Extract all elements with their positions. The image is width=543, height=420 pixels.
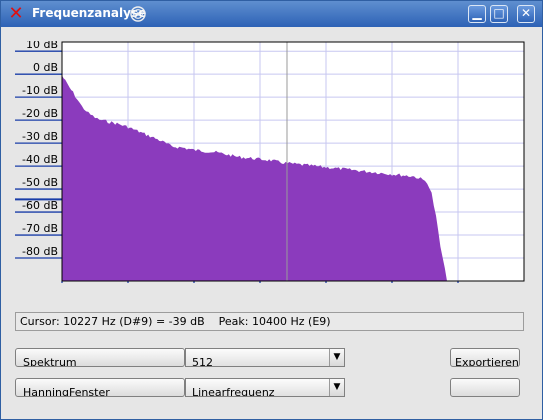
minimize-button[interactable]: ▁ xyxy=(468,5,486,23)
y-tick-label: -50 dB xyxy=(22,176,58,189)
cursor-readout: Cursor: 10227 Hz (D#9) = -39 dB xyxy=(20,315,205,328)
export-button[interactable]: Exportieren... xyxy=(450,348,520,367)
hanning-window-button[interactable]: HanningFenster xyxy=(15,378,185,397)
maximize-button[interactable]: □ xyxy=(490,5,508,23)
y-tick-label: -10 dB xyxy=(22,84,58,97)
frequency-analysis-window: ✕ Frequenzanalyse ▁ □ ✕ 10 dB 0 dB -10 dB -… xyxy=(0,0,543,420)
y-tick-label: 10 dB xyxy=(26,41,58,51)
swirl-icon xyxy=(130,6,146,22)
axis-select-value: Linearfrequenz xyxy=(192,386,275,397)
size-select[interactable]: 512 ▼ xyxy=(185,348,345,367)
spectrum-plot[interactable]: 10 dB 0 dB -10 dB -20 dB -30 dB -40 dB -50 dB -… xyxy=(15,41,525,283)
axis-select[interactable]: Linearfrequenz ▼ xyxy=(185,378,345,397)
y-tick-label: -80 dB xyxy=(22,245,58,258)
blank-button[interactable] xyxy=(450,378,520,397)
y-tick-label: -60 dB xyxy=(22,199,58,212)
y-tick-label: -30 dB xyxy=(22,130,58,143)
y-tick-label: -40 dB xyxy=(22,153,58,166)
close-button[interactable]: ✕ xyxy=(517,5,535,23)
app-x-icon: ✕ xyxy=(8,3,24,24)
chevron-down-icon[interactable]: ▼ xyxy=(329,379,344,396)
y-tick-label: 0 dB xyxy=(33,61,58,74)
spectrum-button[interactable]: Spektrum xyxy=(15,348,185,367)
peak-readout: Peak: 10400 Hz (E9) xyxy=(218,315,331,328)
y-tick-label: -20 dB xyxy=(22,107,58,120)
size-select-value: 512 xyxy=(192,356,213,367)
title-bar[interactable]: ✕ Frequenzanalyse ▁ □ ✕ xyxy=(1,1,542,27)
chevron-down-icon[interactable]: ▼ xyxy=(329,349,344,366)
y-tick-label: -70 dB xyxy=(22,222,58,235)
status-bar: Cursor: 10227 Hz (D#9) = -39 dB Peak: 10… xyxy=(15,312,524,331)
